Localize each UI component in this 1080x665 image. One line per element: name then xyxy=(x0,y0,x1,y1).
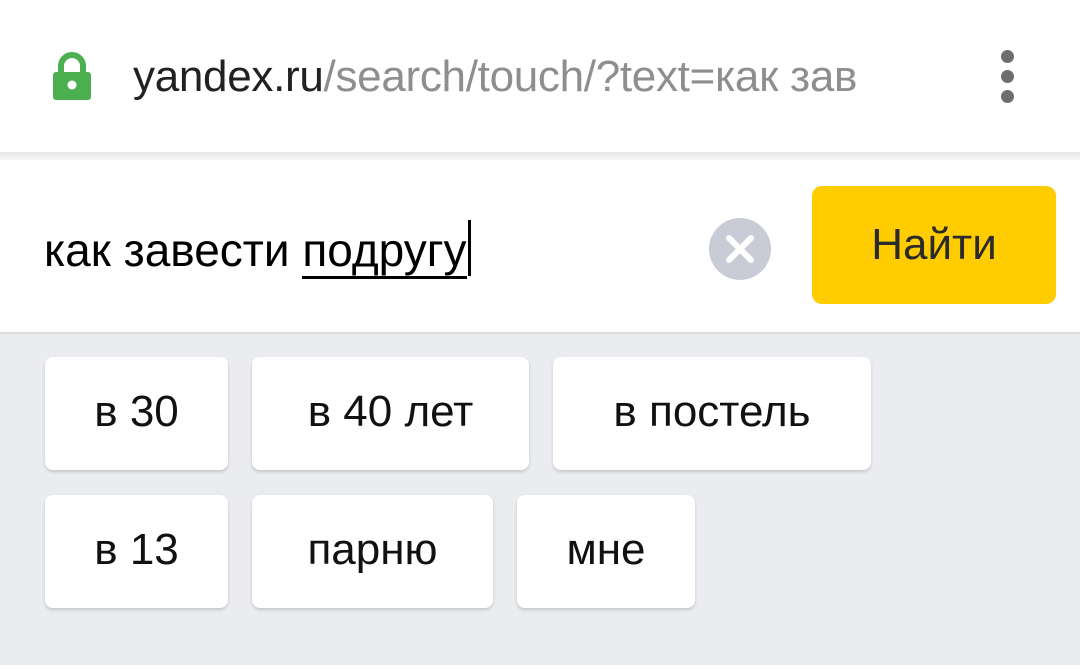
suggestion-chip[interactable]: в 40 лет xyxy=(252,357,529,470)
query-completion-text: подругу xyxy=(302,224,467,279)
url-host: yandex.ru xyxy=(133,52,324,101)
suggestion-chip[interactable]: в 13 xyxy=(45,495,228,608)
text-cursor xyxy=(467,220,471,276)
url-path: /search/touch/?text=как зав xyxy=(323,52,858,101)
clear-icon[interactable] xyxy=(709,218,771,280)
query-typed-text: как завести xyxy=(44,224,303,276)
url-field[interactable]: yandex.ru/search/touch/?text=как зав xyxy=(133,48,953,108)
lock-icon xyxy=(53,52,91,100)
browser-address-bar: yandex.ru/search/touch/?text=как зав xyxy=(0,0,1080,152)
address-bar-divider xyxy=(0,152,1080,160)
search-bar: как завести подругу Найти xyxy=(0,160,1080,334)
search-input[interactable]: как завести подругу xyxy=(44,220,471,280)
suggestion-chip[interactable]: в 30 xyxy=(45,357,228,470)
suggestion-chip[interactable]: мне xyxy=(517,495,695,608)
more-vert-icon[interactable] xyxy=(990,48,1026,104)
suggestion-chip[interactable]: в постель xyxy=(553,357,871,470)
suggestion-chip[interactable]: парню xyxy=(252,495,493,608)
search-button[interactable]: Найти xyxy=(812,186,1056,304)
